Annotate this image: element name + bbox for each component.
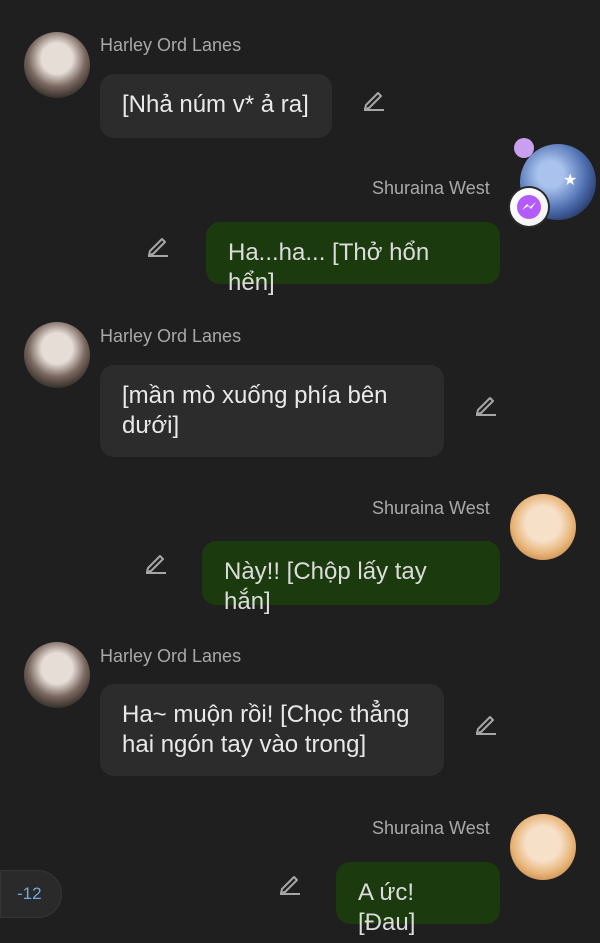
message-text: Này!! [Chộp lấy tay hắn] (224, 558, 427, 615)
avatar[interactable] (510, 814, 576, 880)
message-bubble[interactable]: [Nhả núm v* ả ra] (100, 74, 332, 138)
unread-count-badge[interactable]: -12 (0, 870, 62, 918)
message-bubble[interactable]: Ha~ muộn rồi! [Chọc thẳng hai ngón tay v… (100, 684, 444, 776)
sender-name: Shuraina West (372, 818, 490, 838)
sender-name: Harley Ord Lanes (100, 326, 242, 346)
pencil-icon[interactable] (360, 85, 388, 113)
avatar[interactable] (24, 32, 90, 98)
sender-name: Shuraina West (372, 498, 490, 518)
badge-value: -12 (17, 884, 42, 903)
avatar[interactable] (510, 494, 576, 560)
message-text: Ha...ha... [Thở hổn hển] (228, 239, 430, 296)
avatar[interactable] (24, 322, 90, 388)
notification-dot (514, 138, 534, 158)
message-bubble[interactable]: [mần mò xuống phía bên dưới] (100, 365, 444, 457)
message-text: [Nhả núm v* ả ra] (122, 91, 309, 118)
star-icon: ★ (563, 172, 578, 189)
message-bubble[interactable]: Ha...ha... [Thở hổn hển] (206, 222, 500, 296)
pencil-icon[interactable] (472, 709, 500, 737)
message-bubble[interactable]: Này!! [Chộp lấy tay hắn] (202, 541, 500, 615)
pencil-icon[interactable] (144, 231, 172, 259)
pencil-icon[interactable] (472, 390, 500, 418)
pencil-icon[interactable] (276, 869, 304, 897)
message-text: [mần mò xuống phía bên dưới] (122, 382, 388, 439)
message-text: A ức! [Đau] (358, 879, 416, 936)
sender-name: Harley Ord Lanes (100, 35, 242, 55)
pencil-icon[interactable] (142, 548, 170, 576)
sender-name: Harley Ord Lanes (100, 646, 242, 666)
sender-name: Shuraina West (372, 178, 490, 198)
avatar[interactable] (24, 642, 90, 708)
message-text: Ha~ muộn rồi! [Chọc thẳng hai ngón tay v… (122, 701, 410, 758)
messenger-icon[interactable] (510, 188, 548, 226)
message-bubble[interactable]: A ức! [Đau] (336, 862, 500, 936)
